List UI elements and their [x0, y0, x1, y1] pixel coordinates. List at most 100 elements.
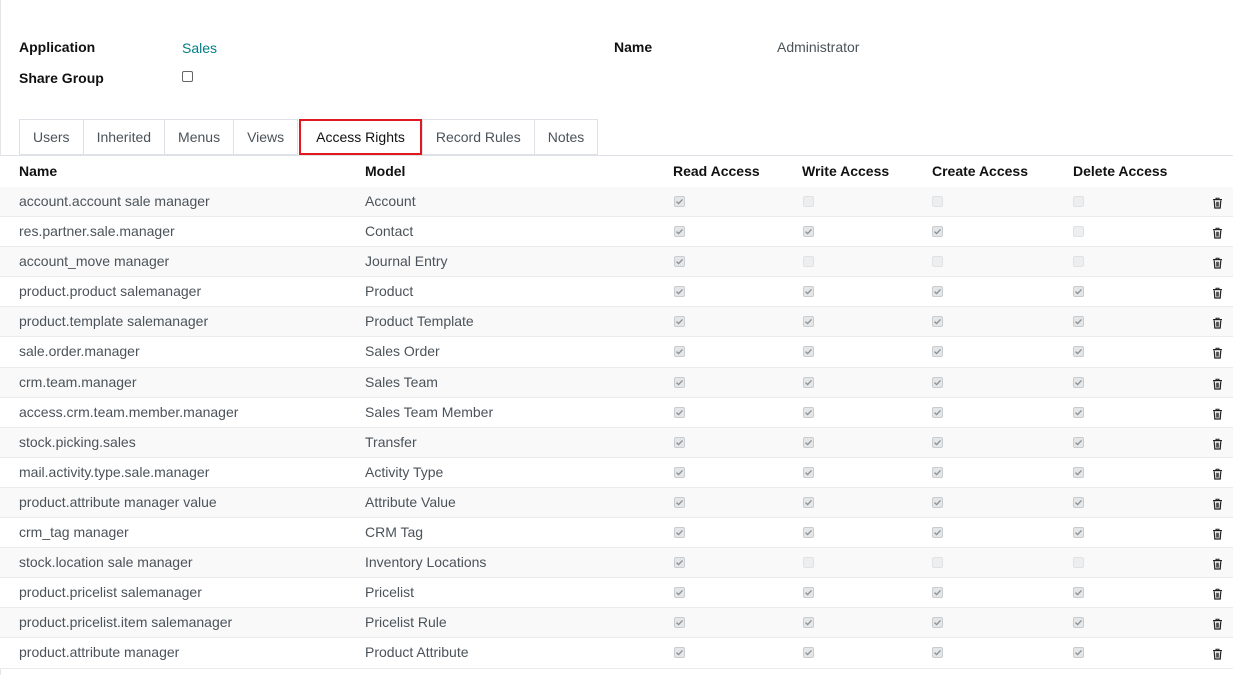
write-access-checkbox[interactable]: [803, 286, 814, 298]
read-access-checkbox[interactable]: [674, 436, 685, 448]
read-access-checkbox[interactable]: [674, 286, 685, 298]
table-row[interactable]: crm_tag manager CRM Tag: [0, 518, 1233, 549]
write-access-checkbox[interactable]: [803, 587, 814, 599]
delete-access-checkbox[interactable]: [1073, 527, 1084, 539]
column-header-write-access[interactable]: Write Access: [802, 156, 889, 187]
trash-icon[interactable]: [1212, 226, 1223, 239]
table-row[interactable]: product.pricelist.item salemanager Pricel…: [0, 608, 1233, 639]
tab-access-rights[interactable]: Access Rights: [299, 119, 422, 155]
read-access-checkbox[interactable]: [674, 196, 685, 207]
table-row[interactable]: stock.picking.sales Transfer: [0, 427, 1233, 458]
trash-icon[interactable]: [1212, 286, 1223, 299]
table-row[interactable]: access.crm.team.member.manager Sales Team…: [0, 397, 1233, 428]
create-access-checkbox[interactable]: [932, 286, 943, 298]
table-row[interactable]: account_move manager Journal Entry: [0, 247, 1233, 278]
create-access-checkbox[interactable]: [932, 436, 943, 448]
delete-access-checkbox[interactable]: [1073, 286, 1084, 298]
delete-access-checkbox[interactable]: [1073, 587, 1084, 599]
column-header-name[interactable]: Name: [19, 156, 57, 187]
trash-icon[interactable]: [1212, 256, 1223, 269]
write-access-checkbox[interactable]: [803, 226, 814, 238]
trash-icon[interactable]: [1212, 196, 1223, 209]
table-row[interactable]: product.attribute manager value Attribute…: [0, 487, 1233, 519]
create-access-checkbox[interactable]: [932, 617, 943, 629]
column-header-delete-access[interactable]: Delete Access: [1073, 156, 1167, 187]
read-access-checkbox[interactable]: [674, 226, 685, 238]
trash-icon[interactable]: [1212, 377, 1223, 390]
create-access-checkbox[interactable]: [932, 496, 943, 508]
delete-access-checkbox[interactable]: [1073, 256, 1084, 268]
trash-icon[interactable]: [1212, 557, 1223, 570]
table-row[interactable]: product.attribute manager Product Attribu…: [0, 638, 1233, 669]
write-access-checkbox[interactable]: [803, 376, 814, 388]
read-access-checkbox[interactable]: [674, 557, 685, 569]
create-access-checkbox[interactable]: [932, 316, 943, 328]
read-access-checkbox[interactable]: [674, 406, 685, 418]
read-access-checkbox[interactable]: [674, 496, 685, 508]
table-row[interactable]: sale.order.manager Sales Order: [0, 337, 1233, 368]
trash-icon[interactable]: [1212, 407, 1223, 420]
trash-icon[interactable]: [1212, 467, 1223, 480]
trash-icon[interactable]: [1212, 587, 1223, 600]
delete-access-checkbox[interactable]: [1073, 196, 1084, 207]
trash-icon[interactable]: [1212, 346, 1223, 360]
tab-inherited[interactable]: Inherited: [82, 119, 166, 155]
tab-views[interactable]: Views: [233, 119, 299, 155]
trash-icon[interactable]: [1212, 647, 1223, 661]
name-value[interactable]: Administrator: [777, 39, 859, 55]
read-access-checkbox[interactable]: [674, 527, 685, 539]
delete-access-checkbox[interactable]: [1073, 647, 1084, 659]
write-access-checkbox[interactable]: [803, 466, 814, 478]
read-access-checkbox[interactable]: [674, 376, 685, 388]
create-access-checkbox[interactable]: [932, 647, 943, 659]
delete-access-checkbox[interactable]: [1073, 316, 1084, 328]
trash-icon[interactable]: [1212, 497, 1223, 510]
write-access-checkbox[interactable]: [803, 647, 814, 659]
table-row[interactable]: product.pricelist salemanager Pricelist: [0, 578, 1233, 609]
column-header-model[interactable]: Model: [365, 156, 405, 187]
tab-notes[interactable]: Notes: [533, 119, 599, 155]
write-access-checkbox[interactable]: [803, 406, 814, 418]
write-access-checkbox[interactable]: [803, 436, 814, 448]
write-access-checkbox[interactable]: [803, 617, 814, 629]
table-row[interactable]: account.account sale manager Account: [0, 187, 1233, 218]
tab-menus[interactable]: Menus: [164, 119, 235, 155]
delete-access-checkbox[interactable]: [1073, 617, 1084, 629]
read-access-checkbox[interactable]: [674, 256, 685, 268]
table-row[interactable]: product.product salemanager Product: [0, 277, 1233, 308]
delete-access-checkbox[interactable]: [1073, 406, 1084, 418]
table-row[interactable]: mail.activity.type.sale.manager Activity …: [0, 457, 1233, 488]
write-access-checkbox[interactable]: [803, 256, 814, 268]
write-access-checkbox[interactable]: [803, 527, 814, 539]
read-access-checkbox[interactable]: [674, 647, 685, 659]
table-row[interactable]: crm.team.manager Sales Team: [0, 367, 1233, 398]
column-header-read-access[interactable]: Read Access: [673, 156, 760, 187]
read-access-checkbox[interactable]: [674, 316, 685, 328]
read-access-checkbox[interactable]: [674, 346, 685, 358]
delete-access-checkbox[interactable]: [1073, 436, 1084, 448]
create-access-checkbox[interactable]: [932, 587, 943, 599]
create-access-checkbox[interactable]: [932, 527, 943, 539]
create-access-checkbox[interactable]: [932, 376, 943, 388]
trash-icon[interactable]: [1212, 316, 1223, 329]
create-access-checkbox[interactable]: [932, 466, 943, 478]
read-access-checkbox[interactable]: [674, 466, 685, 478]
tab-record-rules[interactable]: Record Rules: [421, 119, 535, 155]
delete-access-checkbox[interactable]: [1073, 466, 1084, 478]
table-row[interactable]: stock.location sale manager Inventory Loc…: [0, 548, 1233, 579]
share-group-checkbox[interactable]: [182, 71, 193, 82]
create-access-checkbox[interactable]: [932, 406, 943, 418]
table-row[interactable]: res.partner.sale.manager Contact: [0, 217, 1233, 248]
write-access-checkbox[interactable]: [803, 196, 814, 207]
application-value-link[interactable]: Sales: [182, 40, 217, 56]
create-access-checkbox[interactable]: [932, 226, 943, 238]
read-access-checkbox[interactable]: [674, 587, 685, 599]
write-access-checkbox[interactable]: [803, 496, 814, 508]
trash-icon[interactable]: [1212, 617, 1223, 630]
create-access-checkbox[interactable]: [932, 256, 943, 268]
write-access-checkbox[interactable]: [803, 346, 814, 358]
create-access-checkbox[interactable]: [932, 557, 943, 569]
delete-access-checkbox[interactable]: [1073, 557, 1084, 569]
trash-icon[interactable]: [1212, 437, 1223, 450]
column-header-create-access[interactable]: Create Access: [932, 156, 1028, 187]
